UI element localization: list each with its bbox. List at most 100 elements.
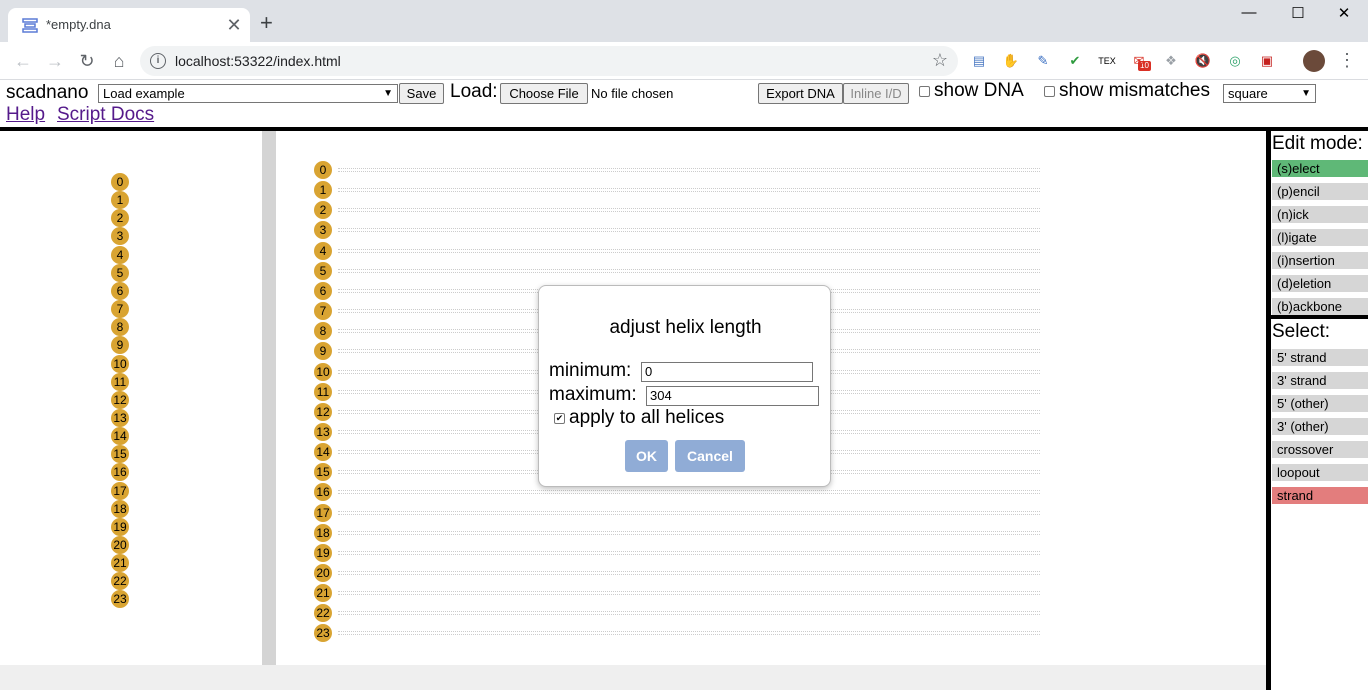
browser-tab[interactable]: *empty.dna ✕	[8, 8, 250, 42]
helix-line[interactable]	[338, 550, 1040, 555]
main-helix-label[interactable]: 14	[314, 443, 332, 462]
edit-mode-ligate[interactable]: (l)igate	[1272, 229, 1368, 246]
address-bar[interactable]: i localhost:53322/index.html ☆	[140, 46, 958, 76]
forward-icon[interactable]: →	[42, 48, 68, 74]
helix-line[interactable]	[338, 591, 1040, 596]
side-helix-circle[interactable]: 12	[111, 390, 129, 409]
show-mismatches-checkbox[interactable]	[1044, 86, 1055, 97]
cancel-button[interactable]: Cancel	[675, 440, 745, 472]
new-tab-icon[interactable]: +	[260, 12, 273, 34]
main-helix-label[interactable]: 12	[314, 402, 332, 421]
main-helix-label[interactable]: 10	[314, 362, 332, 381]
helix-line[interactable]	[338, 248, 1040, 253]
edit-mode-insertion[interactable]: (i)nsertion	[1272, 252, 1368, 269]
side-helix-circle[interactable]: 23	[111, 590, 129, 609]
close-tab-icon[interactable]: ✕	[224, 15, 244, 35]
side-view[interactable]	[0, 131, 262, 665]
select-item-loopout[interactable]: loopout	[1272, 464, 1368, 481]
main-helix-label[interactable]: 16	[314, 483, 332, 502]
bookmark-star-icon[interactable]: ☆	[932, 50, 948, 71]
side-helix-circle[interactable]: 11	[111, 372, 129, 391]
side-helix-circle[interactable]: 16	[111, 463, 129, 482]
load-example-select[interactable]: Load example ▼	[98, 84, 398, 103]
pen-extension-icon[interactable]: ✎	[1034, 52, 1052, 70]
side-helix-circle[interactable]: 18	[111, 499, 129, 518]
tex-extension-icon[interactable]: TEX	[1098, 52, 1116, 70]
help-link[interactable]: Help	[6, 104, 45, 126]
helix-line[interactable]	[338, 228, 1040, 233]
adblock-icon[interactable]: ✋	[1002, 52, 1020, 70]
script-docs-link[interactable]: Script Docs	[57, 104, 154, 126]
edit-mode-deletion[interactable]: (d)eletion	[1272, 275, 1368, 292]
gmail-extension-icon[interactable]: ✉	[1130, 52, 1148, 70]
helix-line[interactable]	[338, 510, 1040, 515]
back-icon[interactable]: ←	[10, 48, 36, 74]
main-helix-label[interactable]: 0	[314, 161, 332, 179]
side-helix-circle[interactable]: 0	[111, 173, 129, 191]
browser-menu-icon[interactable]: ⋮	[1338, 50, 1356, 70]
bottom-scrollbar[interactable]	[0, 665, 1266, 690]
grid-type-select[interactable]: square ▼	[1223, 84, 1316, 103]
main-helix-label[interactable]: 11	[314, 382, 332, 401]
close-window-icon[interactable]: ✕	[1321, 4, 1367, 28]
side-helix-circle[interactable]: 4	[111, 245, 129, 264]
select-item-strand[interactable]: strand	[1272, 487, 1368, 504]
side-helix-circle[interactable]: 7	[111, 300, 129, 319]
side-helix-circle[interactable]: 15	[111, 445, 129, 464]
side-helix-circle[interactable]: 14	[111, 427, 129, 446]
maximum-input[interactable]: 304	[646, 386, 819, 406]
helix-line[interactable]	[338, 490, 1040, 495]
chat-extension-icon[interactable]: ▤	[970, 52, 988, 70]
main-helix-label[interactable]: 19	[314, 543, 332, 562]
main-helix-label[interactable]: 18	[314, 523, 332, 542]
helix-line[interactable]	[338, 611, 1040, 616]
main-helix-label[interactable]: 7	[314, 302, 332, 321]
main-helix-label[interactable]: 22	[314, 604, 332, 623]
helix-line[interactable]	[338, 168, 1040, 172]
side-helix-circle[interactable]: 5	[111, 263, 129, 282]
edit-mode-pencil[interactable]: (p)encil	[1272, 183, 1368, 200]
dropbox-icon[interactable]: ❖	[1162, 52, 1180, 70]
side-helix-circle[interactable]: 13	[111, 408, 129, 427]
side-helix-circle[interactable]: 17	[111, 481, 129, 500]
side-helix-circle[interactable]: 22	[111, 572, 129, 591]
main-helix-label[interactable]: 5	[314, 261, 332, 280]
helix-line[interactable]	[338, 208, 1040, 213]
select-item-5-other[interactable]: 5' (other)	[1272, 395, 1368, 412]
helix-line[interactable]	[338, 571, 1040, 575]
profile-avatar[interactable]	[1303, 50, 1325, 72]
url-text[interactable]: localhost:53322/index.html	[175, 53, 341, 69]
maximize-icon[interactable]: ☐	[1275, 4, 1321, 28]
side-helix-circle[interactable]: 10	[111, 354, 129, 373]
edit-mode-nick[interactable]: (n)ick	[1272, 206, 1368, 223]
main-helix-label[interactable]: 13	[314, 422, 332, 441]
ok-button[interactable]: OK	[625, 440, 668, 472]
mute-icon[interactable]: 🔇	[1194, 52, 1212, 70]
show-dna-checkbox[interactable]	[919, 86, 930, 97]
side-helix-circle[interactable]: 6	[111, 281, 129, 300]
helix-line[interactable]	[338, 631, 1040, 636]
minimum-input[interactable]: 0	[641, 362, 813, 382]
info-icon[interactable]: i	[150, 53, 166, 69]
home-icon[interactable]: ⌂	[106, 48, 132, 74]
helix-line[interactable]	[338, 268, 1040, 273]
side-helix-circle[interactable]: 19	[111, 517, 129, 536]
save-button[interactable]: Save	[399, 83, 444, 104]
edit-mode-backbone[interactable]: (b)ackbone	[1272, 298, 1368, 315]
main-helix-label[interactable]: 17	[314, 503, 332, 522]
select-item-3-other[interactable]: 3' (other)	[1272, 418, 1368, 435]
color-picker-icon[interactable]: ◎	[1226, 52, 1244, 70]
export-dna-button[interactable]: Export DNA	[758, 83, 843, 104]
side-helix-circle[interactable]: 21	[111, 554, 129, 573]
minimize-icon[interactable]: —	[1226, 4, 1272, 28]
view-divider[interactable]	[262, 131, 276, 665]
red-square-extension-icon[interactable]: ▣	[1258, 52, 1276, 70]
select-item-3-strand[interactable]: 3' strand	[1272, 372, 1368, 389]
checkmark-extension-icon[interactable]: ✔	[1066, 52, 1084, 70]
select-item-5-strand[interactable]: 5' strand	[1272, 349, 1368, 366]
edit-mode-select[interactable]: (s)elect	[1272, 160, 1368, 177]
main-helix-label[interactable]: 20	[314, 564, 332, 582]
reload-icon[interactable]: ↻	[74, 48, 100, 74]
select-item-crossover[interactable]: crossover	[1272, 441, 1368, 458]
main-helix-label[interactable]: 6	[314, 281, 332, 300]
